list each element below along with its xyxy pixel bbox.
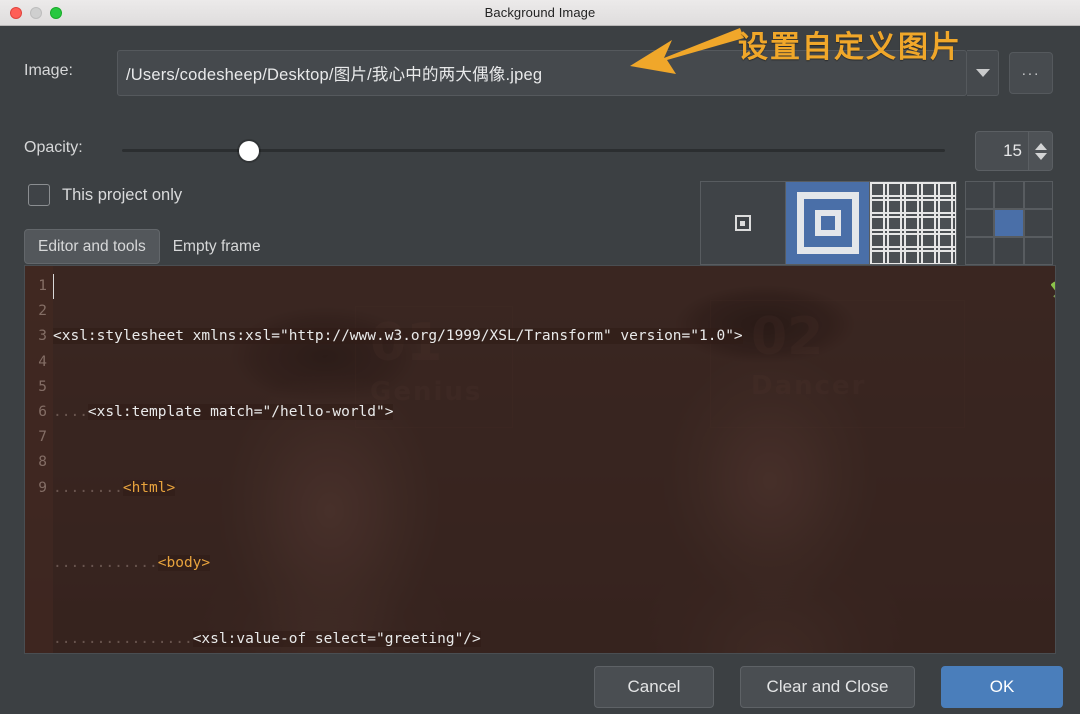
anchor-cell-bottom-right[interactable] <box>1024 238 1052 264</box>
opacity-spinner[interactable]: 15 <box>975 131 1053 171</box>
traffic-light-group <box>10 0 62 26</box>
tab-editor-and-tools[interactable]: Editor and tools <box>24 229 160 264</box>
anchor-cell-bottom-left[interactable] <box>966 238 994 264</box>
fill-mode-selector <box>700 181 957 265</box>
image-label: Image: <box>24 62 73 79</box>
anchor-cell-top-right[interactable] <box>1024 182 1052 208</box>
opacity-label: Opacity: <box>24 139 83 156</box>
line-number: 3 <box>38 328 47 345</box>
tile-pattern-icon <box>870 182 956 264</box>
cancel-button[interactable]: Cancel <box>594 666 714 708</box>
code-text: <xsl:template match="/hello-world"> <box>87 404 394 420</box>
fill-option-tile[interactable] <box>870 182 956 264</box>
code-line: ............<body> <box>53 551 1055 576</box>
anchor-cell-top-left[interactable] <box>966 182 994 208</box>
opacity-row: Opacity: 15 <box>0 129 1080 173</box>
arrow-pointing-left-icon <box>630 28 744 74</box>
text-caret <box>53 274 54 300</box>
this-project-only-row[interactable]: This project only <box>28 184 182 206</box>
this-project-only-label: This project only <box>62 185 183 204</box>
anchor-cell-middle-left[interactable] <box>966 210 994 236</box>
triangle-up-icon[interactable] <box>1034 142 1047 150</box>
code-editor[interactable]: 1 2 3 4 5 6 7 8 9 <xsl:stylesheet xmlns:… <box>25 266 1056 653</box>
code-indent: ................ <box>53 630 193 647</box>
line-number: 9 <box>38 479 47 496</box>
code-line: <xsl:stylesheet xmlns:xsl="http://www.w3… <box>53 324 1055 349</box>
anchor-cell-middle-right[interactable] <box>1024 210 1052 236</box>
image-path-dropdown-button[interactable] <box>967 50 999 96</box>
code-text: <body> <box>157 555 211 572</box>
code-line: ................<xsl:value-of select="gr… <box>53 627 1055 652</box>
chevron-down-icon <box>975 69 990 77</box>
line-number: 2 <box>38 303 47 320</box>
opacity-stepper[interactable] <box>1028 132 1052 170</box>
small-square-icon <box>734 215 751 231</box>
maximize-window-button[interactable] <box>50 7 62 19</box>
anchor-cell-top-center[interactable] <box>995 182 1023 208</box>
code-text: <xsl:stylesheet xmlns:xsl="http://www.w3… <box>53 328 743 345</box>
anchor-cell-middle-center[interactable] <box>995 210 1023 236</box>
preview-tabs: Editor and tools Empty frame <box>24 229 274 264</box>
editor-preview-area[interactable]: 01 Genius 02 Dancer 1 2 3 4 5 6 7 8 <box>24 265 1056 654</box>
window-title: Background Image <box>484 5 596 20</box>
anchor-position-grid <box>965 181 1053 265</box>
browse-file-button[interactable]: ... <box>1009 52 1053 94</box>
dialog-body: Image: /Users/codesheep/Desktop/图片/我心中的两… <box>0 26 1080 714</box>
opacity-slider-thumb[interactable] <box>239 141 259 161</box>
opacity-value[interactable]: 15 <box>976 132 1028 170</box>
code-line: ....<xsl:template match="/hello-world"> <box>53 400 1055 425</box>
line-number: 8 <box>38 454 47 471</box>
line-number-gutter: 1 2 3 4 5 6 7 8 9 <box>25 266 53 653</box>
green-checkmark-icon[interactable] <box>1051 276 1056 302</box>
line-number: 6 <box>38 403 47 420</box>
anchor-cell-bottom-center[interactable] <box>995 238 1023 264</box>
code-indent: .... <box>53 404 88 420</box>
dialog-footer: Cancel Clear and Close OK <box>0 660 1080 714</box>
clear-and-close-button[interactable]: Clear and Close <box>740 666 915 708</box>
annotation-label: 设置自定义图片 <box>738 30 962 65</box>
line-number: 1 <box>38 278 47 294</box>
fill-option-plain[interactable] <box>701 182 786 264</box>
code-line: ........<html> <box>53 476 1055 501</box>
line-number: 4 <box>38 353 47 370</box>
code-indent: ............ <box>53 555 158 572</box>
close-window-button[interactable] <box>10 7 22 19</box>
this-project-only-checkbox[interactable] <box>28 184 50 206</box>
image-path-value: /Users/codesheep/Desktop/图片/我心中的两大偶像.jpe… <box>126 66 543 84</box>
tab-empty-frame[interactable]: Empty frame <box>160 229 274 264</box>
line-number: 5 <box>38 378 47 395</box>
triangle-down-icon[interactable] <box>1034 152 1047 160</box>
line-number: 7 <box>38 429 47 446</box>
fill-option-scale-to-fit[interactable] <box>785 182 871 264</box>
code-indent: ........ <box>53 479 123 496</box>
code-text: <xsl:value-of select="greeting"/> <box>192 630 481 647</box>
large-square-icon <box>796 192 859 254</box>
minimize-window-button[interactable] <box>30 7 42 19</box>
ok-button[interactable]: OK <box>941 666 1063 708</box>
code-lines[interactable]: <xsl:stylesheet xmlns:xsl="http://www.w3… <box>53 274 1055 653</box>
code-text: <html> <box>122 479 176 496</box>
background-image-dialog: Background Image Image: /Users/codesheep… <box>0 0 1080 714</box>
